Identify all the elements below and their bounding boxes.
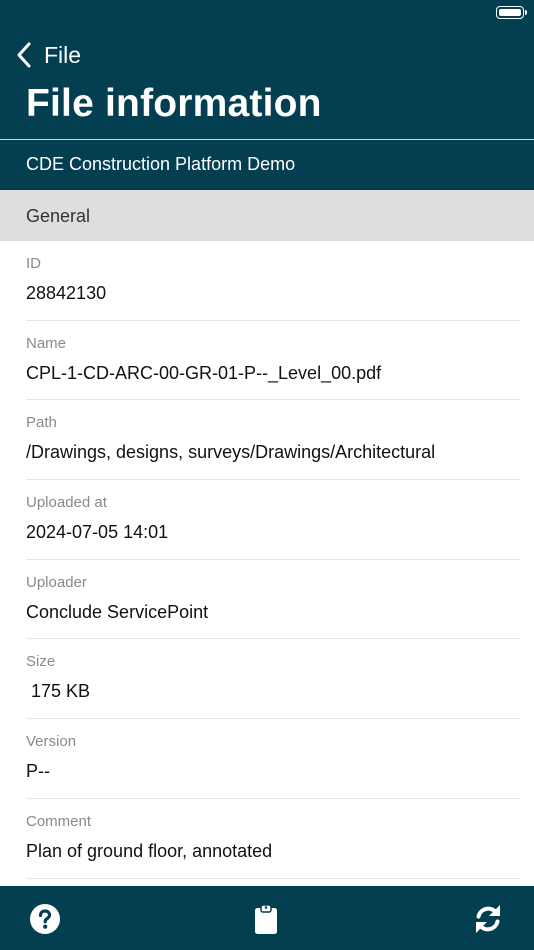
divider bbox=[0, 139, 534, 140]
field-name: Name CPL-1-CD-ARC-00-GR-01-P--_Level_00.… bbox=[26, 321, 520, 401]
field-value: CPL-1-CD-ARC-00-GR-01-P--_Level_00.pdf bbox=[26, 362, 382, 383]
field-uploaded-at: Uploaded at 2024-07-05 14:01 bbox=[26, 480, 520, 560]
field-value: P-- bbox=[26, 761, 50, 782]
field-version: Version P-- bbox=[26, 719, 520, 799]
field-size: Size 175 KB bbox=[26, 639, 520, 720]
project-name: CDE Construction Platform Demo bbox=[26, 154, 296, 174]
field-value: Conclude ServicePoint bbox=[26, 601, 209, 622]
battery-icon bbox=[496, 6, 527, 19]
field-id: ID 28842130 bbox=[26, 241, 520, 321]
field-value: 28842130 bbox=[26, 283, 107, 303]
back-label: File bbox=[44, 41, 82, 68]
field-label: Comment bbox=[26, 812, 92, 830]
field-label: Uploader bbox=[26, 573, 87, 591]
clipboard-icon[interactable] bbox=[251, 903, 281, 935]
field-label: ID bbox=[26, 255, 41, 272]
field-value: 2024-07-05 14:01 bbox=[26, 522, 169, 543]
bottom-toolbar bbox=[0, 886, 534, 950]
page-title: File information bbox=[26, 82, 322, 125]
field-label: Uploaded at bbox=[26, 494, 107, 512]
refresh-icon[interactable] bbox=[472, 903, 504, 935]
field-label: Name bbox=[26, 334, 67, 352]
field-label: Size bbox=[26, 653, 56, 671]
section-title: General bbox=[26, 206, 91, 226]
field-value: /Drawings, designs, surveys/Drawings/Arc… bbox=[26, 442, 436, 463]
field-label: Path bbox=[26, 414, 57, 432]
help-icon[interactable] bbox=[29, 903, 61, 935]
back-button[interactable]: File bbox=[14, 38, 81, 72]
field-comment: Comment Plan of ground floor, annotated bbox=[26, 799, 520, 879]
field-uploader: Uploader Conclude ServicePoint bbox=[26, 560, 520, 640]
field-path: Path /Drawings, designs, surveys/Drawing… bbox=[26, 400, 520, 481]
chevron-left-icon bbox=[17, 42, 31, 68]
field-value: 175 KB bbox=[26, 681, 91, 702]
field-list: ID 28842130 Name CPL-1-CD-ARC-00-GR-01-P… bbox=[0, 241, 534, 879]
field-label: Version bbox=[26, 733, 77, 751]
section-header-general: General bbox=[0, 190, 534, 241]
header: File File information CDE Construction P… bbox=[0, 0, 534, 190]
field-value: Plan of ground floor, annotated bbox=[26, 840, 273, 861]
